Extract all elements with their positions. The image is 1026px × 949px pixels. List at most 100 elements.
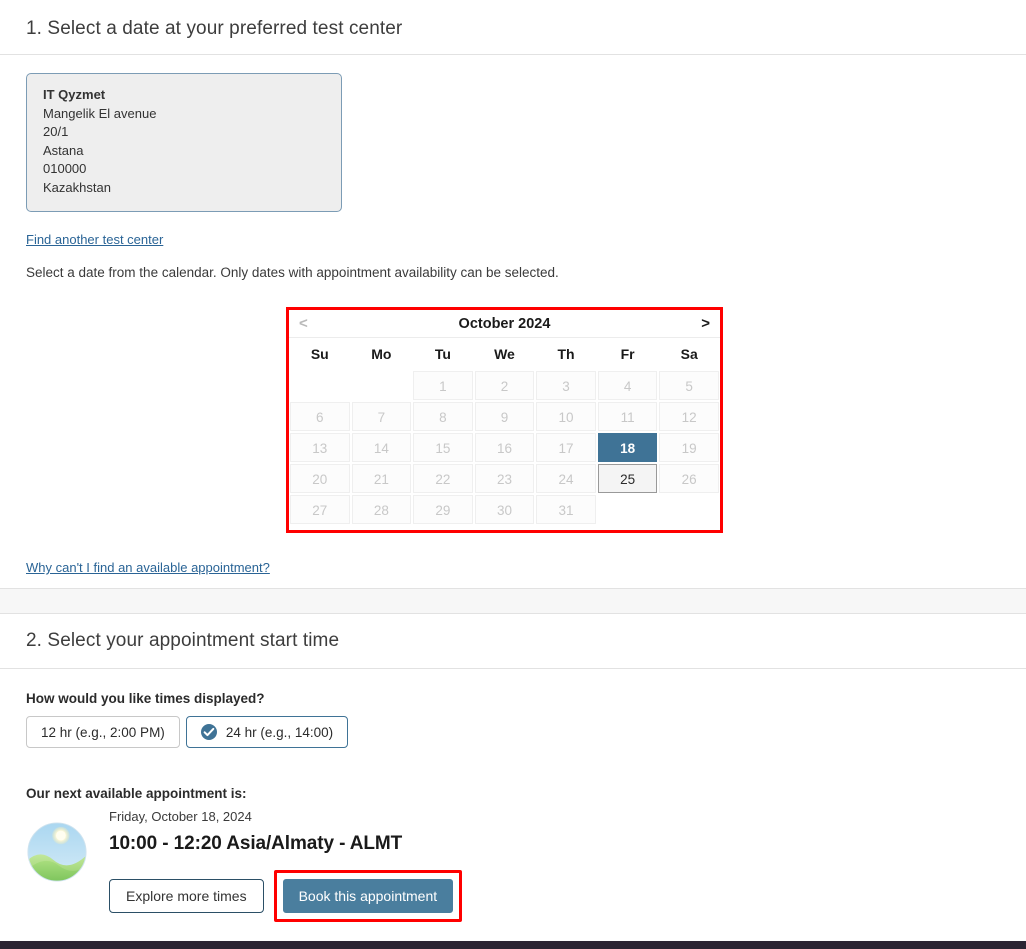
calendar-day-20-disabled: 20 (290, 463, 350, 493)
calendar-day-30-disabled: 30 (474, 494, 535, 524)
calendar-day-8-disabled: 8 (413, 401, 473, 431)
find-another-test-center-link[interactable]: Find another test center (26, 232, 163, 247)
calendar-cell: 2 (474, 370, 536, 401)
calendar-cell: 10 (535, 401, 597, 432)
section-separator-band (0, 588, 1026, 614)
calendar-cell: 7 (351, 401, 413, 432)
calendar-day-15-disabled: 15 (413, 432, 473, 462)
calendar-day-23-disabled: 23 (474, 463, 535, 493)
calendar-day-3-disabled: 3 (536, 370, 596, 400)
calendar-cell: 11 (597, 401, 659, 432)
test-center-street: Mangelik El avenue (43, 105, 157, 121)
test-center-card[interactable]: IT Qyzmet Mangelik El avenue 20/1 Astana… (26, 73, 342, 212)
next-appointment-row: Friday, October 18, 2024 10:00 - 12:20 A… (26, 809, 1026, 922)
calendar-day-29-disabled: 29 (413, 494, 473, 524)
section-1-divider (0, 54, 1026, 55)
calendar-cell: 21 (351, 463, 413, 494)
section-1-body: IT Qyzmet Mangelik El avenue 20/1 Astana… (0, 73, 1026, 280)
section-2-heading: 2. Select your appointment start time (26, 630, 340, 651)
section-select-time: 2. Select your appointment start time Ho… (0, 614, 1026, 922)
calendar-cell: 8 (412, 401, 474, 432)
calendar-day-19-disabled: 19 (659, 432, 719, 462)
calendar-day-empty (598, 495, 658, 524)
check-circle-icon (200, 724, 217, 740)
calendar-cell: 3 (535, 370, 597, 401)
calendar-month-title: October 2024 (458, 315, 551, 332)
test-center-building: 20/1 (43, 124, 69, 139)
calendar-cell: 22 (412, 463, 474, 494)
calendar-cell (351, 370, 413, 401)
test-center-postal-code: 010000 (43, 161, 87, 176)
section-2-divider (0, 668, 1026, 669)
calendar-cell: 16 (474, 432, 536, 463)
calendar-prev-month-icon[interactable]: < (299, 316, 321, 331)
test-center-name: IT Qyzmet (43, 87, 106, 102)
time-format-option-12hr-label: 12 hr (e.g., 2:00 PM) (41, 724, 165, 740)
calendar-cell: 31 (535, 494, 597, 525)
calendar-day-6-disabled: 6 (290, 401, 350, 431)
explore-more-times-button[interactable]: Explore more times (109, 879, 264, 913)
calendar-cell (658, 494, 720, 525)
calendar-day-4-disabled: 4 (597, 370, 658, 400)
calendar-cell (597, 494, 659, 525)
calendar-day-25-available[interactable]: 25 (597, 463, 658, 493)
time-format-option-12hr[interactable]: 12 hr (e.g., 2:00 PM) (26, 716, 180, 748)
calendar-header: < October 2024 > (289, 310, 720, 337)
calendar-cell: 9 (474, 401, 536, 432)
calendar-cell: 30 (474, 494, 536, 525)
section-1-heading: 1. Select a date at your preferred test … (26, 18, 403, 39)
calendar-widget[interactable]: < October 2024 > Su Mo Tu We Th Fr Sa 12345678… (289, 310, 720, 525)
appointment-date: Friday, October 18, 2024 (109, 809, 252, 824)
section-select-date: 1. Select a date at your preferred test … (0, 0, 1026, 599)
calendar-cell: 12 (658, 401, 720, 432)
time-format-option-24hr[interactable]: 24 hr (e.g., 14:00) (185, 716, 349, 748)
calendar-day-11-disabled: 11 (597, 401, 658, 431)
page-footer-bar (0, 941, 1026, 949)
why-no-appointment-link[interactable]: Why can't I find an available appointmen… (26, 560, 270, 575)
calendar-weekday-sa: Sa (658, 337, 720, 370)
calendar-next-month-icon[interactable]: > (688, 316, 710, 331)
calendar-cell: 6 (289, 401, 351, 432)
calendar-day-16-disabled: 16 (474, 432, 535, 462)
calendar-day-27-disabled: 27 (290, 494, 350, 524)
calendar-day-24-disabled: 24 (536, 463, 596, 493)
calendar-body: 1 2 3 4 5 6 7 8 9 10 11 12 13 14 15 16 17 18 19 20 21 22 23 24 2… (289, 370, 720, 525)
time-format-question: How would you like times displayed? (26, 691, 265, 706)
calendar-weekday-tu: Tu (412, 337, 474, 370)
calendar-week-row: 6 7 8 9 10 11 12 (289, 401, 720, 432)
appointment-actions: Explore more times Book this appointment (109, 870, 463, 922)
calendar-day-17-disabled: 17 (536, 432, 596, 462)
section-2-body: How would you like times displayed? 12 h… (0, 691, 1026, 922)
calendar-week-row: 13 14 15 16 17 18 19 (289, 432, 720, 463)
calendar-day-22-disabled: 22 (413, 463, 473, 493)
calendar-cell: 13 (289, 432, 351, 463)
calendar-cell: 26 (658, 463, 720, 494)
calendar-weekday-su: Su (289, 337, 351, 370)
calendar-cell: 1 (412, 370, 474, 401)
calendar-cell: 24 (535, 463, 597, 494)
calendar-week-row: 12345 (289, 370, 720, 401)
test-center-country: Kazakhstan (43, 179, 111, 195)
calendar-instructions: Select a date from the calendar. Only da… (26, 265, 559, 280)
calendar-day-empty (352, 371, 412, 400)
calendar-week-row: 20 21 22 23 24 25 26 (289, 463, 720, 494)
book-appointment-highlight-box: Book this appointment (273, 870, 463, 922)
calendar-cell: 29 (412, 494, 474, 525)
calendar-cell: 19 (658, 432, 720, 463)
appointment-time-range: 10:00 - 12:20 Asia/Almaty - ALMT (109, 833, 403, 854)
calendar-week-row: 27 28 29 30 31 (289, 494, 720, 525)
calendar-table: Su Mo Tu We Th Fr Sa 1 2 3 4 5 6 7 8 9 10 11 12 13 14 15 16 17… (289, 337, 720, 525)
calendar-day-12-disabled: 12 (659, 401, 719, 431)
calendar-day-7-disabled: 7 (351, 401, 412, 431)
calendar-day-31-disabled: 31 (536, 494, 596, 524)
calendar-weekday-fr: Fr (596, 337, 659, 370)
next-appointment-details: Friday, October 18, 2024 10:00 - 12:20 A… (90, 809, 463, 922)
calendar-day-18-selected[interactable]: 18 (597, 432, 658, 462)
time-format-option-24hr-label: 24 hr (e.g., 14:00) (225, 724, 334, 740)
calendar-cell: 23 (474, 463, 536, 494)
book-this-appointment-button[interactable]: Book this appointment (282, 879, 454, 913)
calendar-cell (289, 370, 351, 401)
calendar-cell: 14 (351, 432, 413, 463)
calendar-cell: 15 (412, 432, 474, 463)
time-format-toggle-group: 12 hr (e.g., 2:00 PM) 24 hr (e.g., 14:00… (26, 716, 1026, 748)
